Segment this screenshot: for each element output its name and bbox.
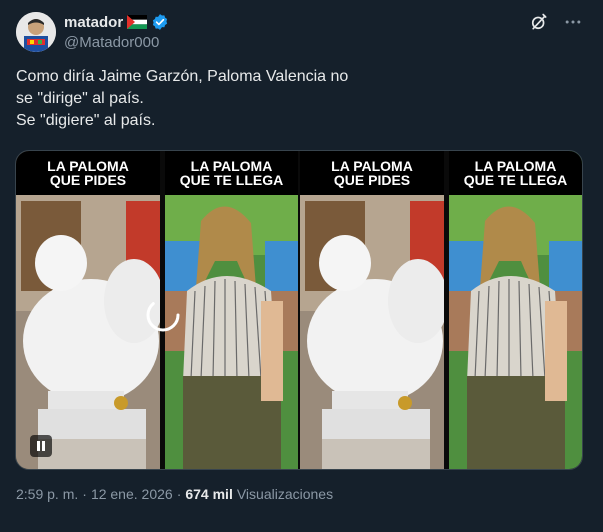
panel-caption-line: LA PALOMA xyxy=(331,158,413,174)
panel-caption-line: QUE TE LLEGA xyxy=(463,172,568,188)
media-panel-woman: LA PALOMA QUE TE LLEGA xyxy=(165,151,298,469)
panel-caption-line: LA PALOMA xyxy=(190,158,273,174)
panel-caption-line: QUE PIDES xyxy=(333,172,411,188)
avatar[interactable] xyxy=(16,12,56,52)
tweet-line: Se "digiere" al país. xyxy=(16,112,156,129)
verified-badge-icon[interactable] xyxy=(151,13,169,31)
more-icon[interactable] xyxy=(563,12,583,32)
tweet-line: Como diría Jaime Garzón, Paloma Valencia… xyxy=(16,68,349,85)
loading-spinner-icon xyxy=(145,297,181,333)
separator: · xyxy=(82,486,87,502)
media-panel-dove: LA PALOMA QUE PIDES xyxy=(16,151,160,469)
panel-caption-line: LA PALOMA xyxy=(47,158,129,174)
panel-caption: LA PALOMA QUE PIDES xyxy=(300,151,444,195)
panel-caption: LA PALOMA QUE PIDES xyxy=(16,151,160,195)
pause-button[interactable] xyxy=(30,435,52,457)
panel-caption-line: QUE TE LLEGA xyxy=(179,172,284,188)
views-count: 674 mil xyxy=(185,486,233,502)
panel-caption-line: LA PALOMA xyxy=(474,158,557,174)
tweet-time[interactable]: 2:59 p. m. xyxy=(16,486,78,502)
pause-icon xyxy=(37,441,45,451)
grok-icon[interactable] xyxy=(529,12,549,32)
views-label: Visualizaciones xyxy=(236,486,334,502)
palestine-flag-icon xyxy=(127,15,148,29)
author-name[interactable]: matador xyxy=(64,14,123,31)
panel-caption-line: QUE PIDES xyxy=(49,172,127,188)
author-handle[interactable]: @Matador000 xyxy=(64,34,169,51)
tweet-date[interactable]: 12 ene. 2026 xyxy=(91,486,173,502)
media-panel-woman: LA PALOMA QUE TE LLEGA xyxy=(449,151,582,469)
tweet-footer: 2:59 p. m. · 12 ene. 2026 · 674 mil Visu… xyxy=(16,486,333,502)
panel-caption: LA PALOMA QUE TE LLEGA xyxy=(449,151,582,195)
tweet-header: matador @Matador000 xyxy=(64,12,169,51)
tweet-media-video[interactable]: LA PALOMA QUE PIDES LA PALOMA QUE TE LLE… xyxy=(15,150,583,470)
tweet-text: Como diría Jaime Garzón, Paloma Valencia… xyxy=(16,66,586,132)
media-panel-dove: LA PALOMA QUE PIDES xyxy=(300,151,444,469)
separator: · xyxy=(176,486,182,502)
tweet-line: se "dirige" al país. xyxy=(16,90,144,107)
tweet-actions xyxy=(529,12,583,32)
panel-caption: LA PALOMA QUE TE LLEGA xyxy=(165,151,298,195)
